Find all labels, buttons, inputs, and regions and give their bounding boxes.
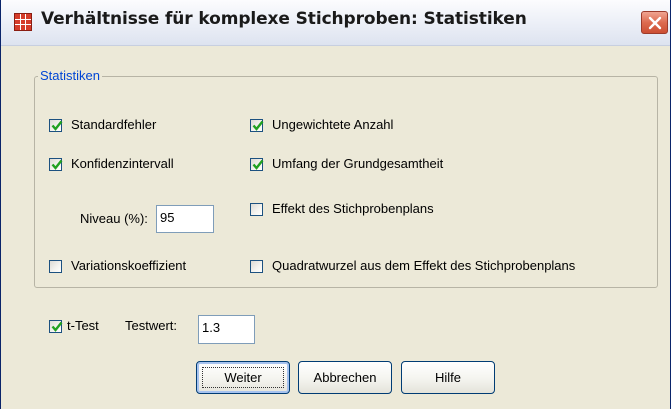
hilfe-button-label: Hilfe <box>434 370 461 385</box>
konfidenzintervall-checkbox[interactable] <box>49 158 63 171</box>
standardfehler-label[interactable]: Standardfehler <box>71 117 156 132</box>
testwert-label: Testwert: <box>125 318 178 333</box>
niveau-label: Niveau (%): <box>80 211 148 226</box>
spss-table-icon <box>14 13 32 31</box>
checkmark-icon <box>252 159 264 170</box>
effekt-stichprobenplan-checkbox[interactable] <box>250 203 263 216</box>
focus-rectangle <box>202 367 284 388</box>
checkmark-icon <box>51 120 63 131</box>
abbrechen-button[interactable]: Abbrechen <box>298 361 392 394</box>
testwert-input[interactable]: 1.3 <box>198 315 255 344</box>
effekt-stichprobenplan-label[interactable]: Effekt des Stichprobenplans <box>272 201 434 216</box>
quadratwurzel-effekt-label[interactable]: Quadratwurzel aus dem Effekt des Stichpr… <box>272 258 575 273</box>
window-title: Verhältnisse für komplexe Stichproben: S… <box>41 9 527 29</box>
checkmark-icon <box>51 159 63 170</box>
group-legend: Statistiken <box>38 68 102 83</box>
ungewichtete-anzahl-label[interactable]: Ungewichtete Anzahl <box>272 117 393 132</box>
standardfehler-checkbox[interactable] <box>49 119 63 132</box>
title-bar[interactable]: Verhältnisse für komplexe Stichproben: S… <box>1 0 670 46</box>
checkmark-icon <box>252 120 264 131</box>
weiter-button[interactable]: Weiter <box>196 361 290 394</box>
umfang-grundgesamtheit-checkbox[interactable] <box>250 158 264 171</box>
quadratwurzel-effekt-checkbox[interactable] <box>250 260 263 273</box>
variationskoeffizient-checkbox[interactable] <box>49 260 62 273</box>
ungewichtete-anzahl-checkbox[interactable] <box>250 119 264 132</box>
hilfe-button[interactable]: Hilfe <box>401 361 495 394</box>
close-icon <box>648 16 662 30</box>
abbrechen-button-label: Abbrechen <box>313 370 377 385</box>
niveau-input[interactable]: 95 <box>156 205 214 233</box>
t-test-label[interactable]: t-Test <box>67 318 99 333</box>
variationskoeffizient-label[interactable]: Variationskoeffizient <box>71 258 186 273</box>
close-button[interactable] <box>641 11 668 34</box>
dialog-window: Verhältnisse für komplexe Stichproben: S… <box>0 0 671 409</box>
t-test-checkbox[interactable] <box>49 320 63 333</box>
checkmark-icon <box>51 321 63 332</box>
umfang-grundgesamtheit-label[interactable]: Umfang der Grundgesamtheit <box>272 156 443 171</box>
konfidenzintervall-label[interactable]: Konfidenzintervall <box>71 156 174 171</box>
statistiken-group <box>34 76 658 288</box>
